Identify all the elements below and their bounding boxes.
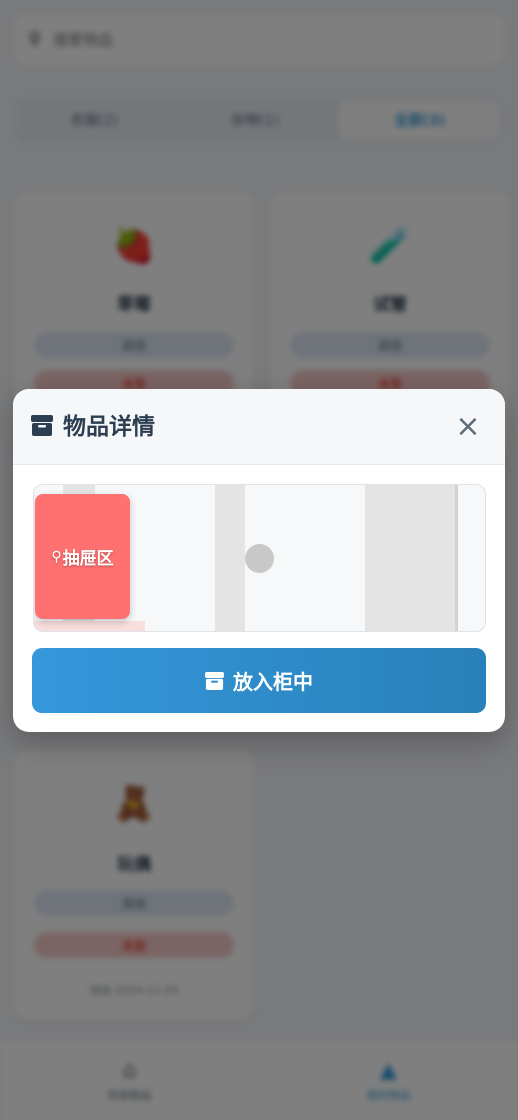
cabinet-view: ⚲ 抽屉区 — [33, 484, 486, 632]
box-icon — [205, 671, 224, 690]
modal-header: 物品详情 × — [13, 389, 505, 465]
cabinet-divider — [215, 485, 245, 631]
pin-icon: ⚲ — [51, 548, 62, 565]
cabinet-panel — [365, 485, 455, 631]
cabinet-shelf — [34, 621, 145, 631]
drawer-zone[interactable]: ⚲ 抽屉区 — [35, 494, 130, 619]
item-detail-modal: 物品详情 × ⚲ 抽屉区 放入柜中 — [13, 389, 505, 732]
cabinet-divider — [455, 485, 458, 631]
put-button-label: 放入柜中 — [233, 670, 313, 694]
box-icon — [31, 415, 53, 436]
put-in-cabinet-button[interactable]: 放入柜中 — [32, 648, 486, 713]
modal-title: 物品详情 — [63, 414, 155, 440]
drawer-label: 抽屉区 — [62, 549, 114, 569]
cabinet-knob — [245, 544, 274, 573]
close-icon[interactable]: × — [453, 410, 483, 444]
